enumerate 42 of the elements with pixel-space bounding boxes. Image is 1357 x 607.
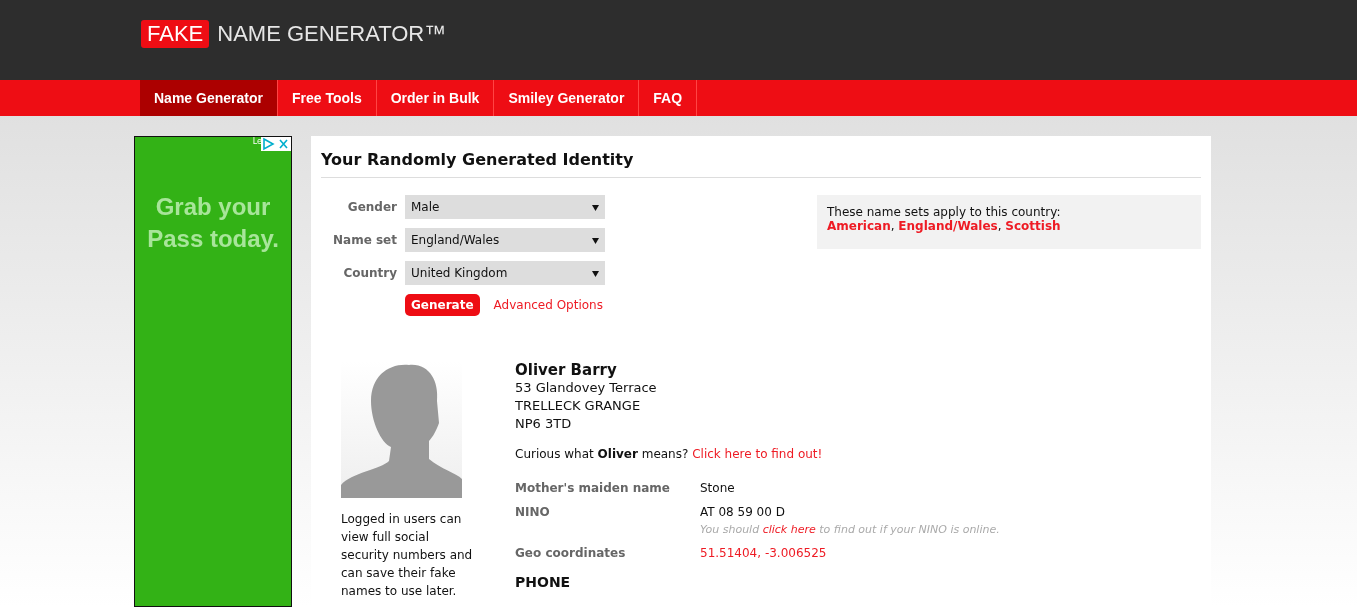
- generate-button[interactable]: Generate: [405, 294, 480, 316]
- info-text: These name sets apply to this country:: [827, 205, 1062, 219]
- address-line: 53 Glandovey Terrace: [515, 379, 658, 397]
- nav-tab[interactable]: Smiley Generator: [494, 80, 640, 116]
- address-line: TRELLECK GRANGE: [515, 397, 642, 415]
- field-label: Name set: [332, 233, 397, 247]
- dropdown[interactable]: United Kingdom: [405, 261, 605, 285]
- dropdown[interactable]: Male: [405, 195, 605, 219]
- nav-tab[interactable]: FAQ: [639, 80, 698, 116]
- detail-label: Mother's maiden name: [515, 481, 671, 495]
- comma-separator: ,: [997, 219, 1003, 233]
- field-label: Country: [342, 266, 397, 280]
- nav-tab[interactable]: Free Tools: [277, 80, 377, 116]
- logo-text[interactable]: NAME GENERATOR™: [217, 21, 447, 47]
- ad-label: Le: [252, 137, 262, 146]
- nav-tab[interactable]: Order in Bulk: [376, 80, 495, 116]
- meaning-sentence: Curious what Oliver means? Click here to find out!: [515, 447, 824, 461]
- nino-note: You should click here to find out if your NINO is online.: [700, 523, 1000, 536]
- nino-check-link[interactable]: click here: [762, 523, 816, 536]
- login-note: Logged in users can view full social security numbers and can save their fake names to use later.: [341, 511, 474, 600]
- page-title: Your Randomly Generated Identity: [321, 146, 1201, 178]
- coordinates-link[interactable]: 51.51404, -3.006525: [700, 546, 827, 560]
- address-line: NP6 3TD: [515, 415, 573, 433]
- field-label: Gender: [346, 200, 397, 214]
- name-set-link[interactable]: American: [827, 219, 891, 233]
- name-meaning-link[interactable]: Click here to find out!: [692, 447, 823, 461]
- ad-banner[interactable]: Le Grab your Pass today.: [134, 136, 292, 607]
- advanced-options-link[interactable]: Advanced Options: [493, 298, 603, 312]
- dropdown[interactable]: England/Wales: [405, 228, 605, 252]
- name-set-link[interactable]: Scottish: [1005, 219, 1061, 233]
- section-heading: PHONE: [515, 574, 572, 590]
- detail-value: AT 08 59 00 D: [700, 505, 785, 519]
- detail-value: Stone: [700, 481, 735, 495]
- detail-label: Geo coordinates: [515, 546, 627, 560]
- detail-label: NINO: [515, 505, 551, 521]
- logo-badge[interactable]: FAKE: [141, 20, 210, 48]
- name-set-link[interactable]: England/Wales: [898, 219, 998, 233]
- person-name: Oliver Barry: [515, 361, 618, 379]
- comma-separator: ,: [890, 219, 896, 233]
- ad-choices-icon[interactable]: [261, 137, 291, 151]
- ad-headline: Grab your Pass today.: [146, 192, 280, 254]
- nav-tab[interactable]: Name Generator: [140, 80, 278, 116]
